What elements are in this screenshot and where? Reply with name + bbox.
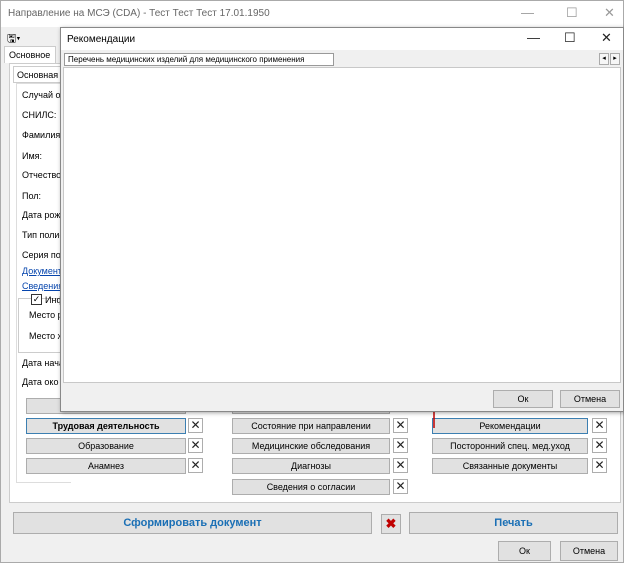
section-button-linked-docs[interactable]: Связанные документы xyxy=(432,458,588,474)
remove-education-icon[interactable]: ✕ xyxy=(188,438,203,453)
remove-diagnoses-icon[interactable]: ✕ xyxy=(393,458,408,473)
maximize-icon[interactable]: ☐ xyxy=(566,6,578,19)
remove-exams-icon[interactable]: ✕ xyxy=(393,438,408,453)
info-link[interactable]: Сведения xyxy=(22,281,63,291)
recommendations-dialog: Рекомендации — ☐ ✕ Перечень медицинских … xyxy=(60,27,624,412)
main-title-bar: Направление на МСЭ (CDA) - Тест Тест Тес… xyxy=(1,1,623,27)
label-series: Серия по xyxy=(22,250,61,260)
info-checkbox[interactable]: ✓ xyxy=(31,294,42,305)
section-button-state[interactable]: Состояние при направлении xyxy=(232,418,390,434)
remove-care-icon[interactable]: ✕ xyxy=(592,438,607,453)
dialog-tab[interactable]: Перечень медицинских изделий для медицин… xyxy=(64,53,334,66)
label-place-zh: Место ж xyxy=(29,331,64,341)
label-surname: Фамилия xyxy=(22,130,61,140)
label-start-date: Дата нача xyxy=(22,358,64,368)
label-patronymic: Отчество: xyxy=(22,170,64,180)
dialog-title-bar: Рекомендации — ☐ ✕ xyxy=(61,28,623,50)
remove-consent-icon[interactable]: ✕ xyxy=(393,479,408,494)
main-cancel-button[interactable]: Отмена xyxy=(560,541,618,561)
close-icon[interactable]: ✕ xyxy=(604,6,615,19)
main-window-title: Направление на МСЭ (CDA) - Тест Тест Тес… xyxy=(8,8,270,19)
minimize-icon[interactable]: — xyxy=(521,6,534,19)
generate-document-button[interactable]: Сформировать документ xyxy=(13,512,372,534)
section-button-recommendations[interactable]: Рекомендации xyxy=(432,418,588,434)
dialog-close-icon[interactable]: ✕ xyxy=(601,31,612,44)
subgroup-box xyxy=(18,298,63,353)
label-snils: СНИЛС: xyxy=(22,110,57,120)
section-button-exams[interactable]: Медицинские обследования xyxy=(232,438,390,454)
remove-labor-icon[interactable]: ✕ xyxy=(188,418,203,433)
dialog-tab-label: Перечень медицинских изделий для медицин… xyxy=(68,55,305,64)
label-end-date: Дата око xyxy=(22,377,59,387)
section-button-diagnoses[interactable]: Диагнозы xyxy=(232,458,390,474)
dialog-title: Рекомендации xyxy=(67,34,136,45)
section-button-care[interactable]: Посторонний спец. мед.уход xyxy=(432,438,588,454)
label-place-r: Место р xyxy=(29,310,63,320)
inner-tab-label: Основная и xyxy=(17,70,66,80)
section-button-anamnesis[interactable]: Анамнез xyxy=(26,458,186,474)
remove-state-icon[interactable]: ✕ xyxy=(393,418,408,433)
section-button-labor[interactable]: Трудовая деятельность xyxy=(26,418,186,434)
tab-main-label: Основное xyxy=(9,50,51,60)
section-button-consent[interactable]: Сведения о согласии xyxy=(232,479,390,495)
tab-main[interactable]: Основное xyxy=(4,46,56,63)
dialog-minimize-icon[interactable]: — xyxy=(527,31,540,44)
dialog-maximize-icon[interactable]: ☐ xyxy=(564,31,576,44)
remove-anamnesis-icon[interactable]: ✕ xyxy=(188,458,203,473)
dialog-ok-button[interactable]: Ок xyxy=(493,390,553,408)
print-button[interactable]: Печать xyxy=(409,512,618,534)
remove-recommendations-icon[interactable]: ✕ xyxy=(592,418,607,433)
tab-scroll-right-icon[interactable]: ▸ xyxy=(610,53,620,65)
label-sex: Пол: xyxy=(22,191,42,201)
documents-link[interactable]: Документ xyxy=(22,266,62,276)
section-button-education[interactable]: Образование xyxy=(26,438,186,454)
tab-scroll-left-icon[interactable]: ◂ xyxy=(599,53,609,65)
remove-linked-docs-icon[interactable]: ✕ xyxy=(592,458,607,473)
toolbar-doc-icon[interactable]: 🖫▾ xyxy=(7,30,25,45)
dialog-content-area[interactable] xyxy=(63,67,621,383)
label-name: Имя: xyxy=(22,151,43,161)
dialog-cancel-button[interactable]: Отмена xyxy=(560,390,620,408)
main-ok-button[interactable]: Ок xyxy=(498,541,551,561)
label-policy-type: Тип полис xyxy=(22,230,64,240)
delete-document-icon[interactable]: ✖ xyxy=(381,514,401,534)
